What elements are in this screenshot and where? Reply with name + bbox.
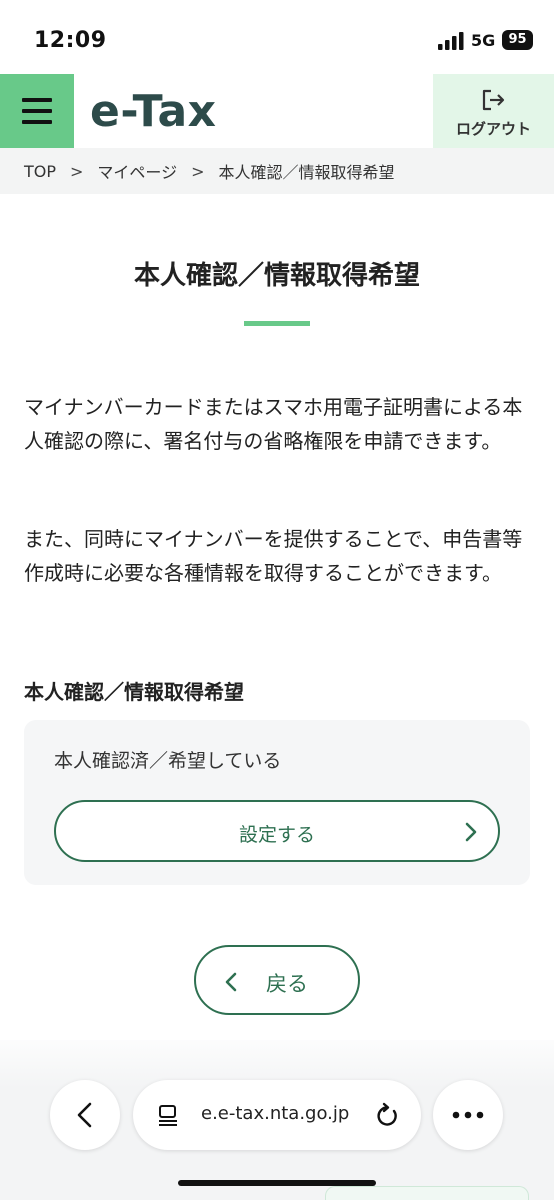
breadcrumb-separator: > [70, 161, 84, 181]
back-button[interactable]: 戻る [194, 945, 360, 1015]
reader-icon [159, 1105, 177, 1126]
title-underline [244, 321, 310, 326]
page-title: 本人確認／情報取得希望 [133, 261, 420, 291]
logout-icon [482, 89, 505, 111]
signal-icon [438, 32, 464, 50]
address-bar[interactable]: e.e-tax.nta.go.jp [133, 1080, 421, 1150]
battery-badge: 95 [502, 30, 533, 50]
description-paragraph: マイナンバーカードまたはスマホ用電子証明書による本人確認の際に、署名付与の省略権… [24, 395, 523, 453]
breadcrumb-mypage[interactable]: マイページ [97, 159, 177, 183]
browser-back-button[interactable] [50, 1080, 120, 1150]
network-label: 5G [471, 31, 496, 50]
url-text: e.e-tax.nta.go.jp [201, 1103, 350, 1124]
breadcrumb-separator: > [191, 161, 205, 181]
hamburger-menu-icon [22, 98, 52, 102]
more-options-button[interactable] [433, 1080, 503, 1150]
settings-button-label: 設定する [238, 824, 315, 846]
status-text: 本人確認済／希望している [54, 750, 282, 772]
chevron-right-icon [465, 822, 477, 842]
back-button-label: 戻る [266, 972, 308, 996]
settings-button[interactable]: 設定する [54, 800, 500, 862]
chevron-left-icon [225, 972, 237, 992]
logout-label: ログアウト [455, 120, 531, 138]
chevron-left-icon [77, 1102, 92, 1128]
breadcrumb-top[interactable]: TOP [24, 162, 56, 181]
breadcrumb-current: 本人確認／情報取得希望 [218, 163, 395, 182]
section-heading: 本人確認／情報取得希望 [24, 680, 244, 704]
ellipsis-icon [452, 1111, 484, 1119]
app-header: e-Tax ログアウト [0, 74, 554, 148]
reload-icon[interactable] [375, 1102, 399, 1128]
breadcrumb: TOP > マイページ > 本人確認／情報取得希望 [0, 148, 554, 194]
menu-button[interactable] [0, 74, 74, 148]
status-bar: 12:09 5G 95 [0, 0, 554, 74]
logout-button[interactable]: ログアウト [433, 74, 554, 148]
page: 12:09 5G 95 e-Tax ログアウト TOP > マイページ > 本人… [0, 0, 554, 1200]
status-card: 本人確認済／希望している 設定する [24, 720, 530, 885]
status-time: 12:09 [34, 28, 107, 53]
description-paragraph: また、同時にマイナンバーを提供することで、申告書等作成時に必要な各種情報を取得す… [24, 527, 523, 585]
etax-logo[interactable]: e-Tax [90, 86, 217, 137]
partial-element [325, 1186, 529, 1200]
